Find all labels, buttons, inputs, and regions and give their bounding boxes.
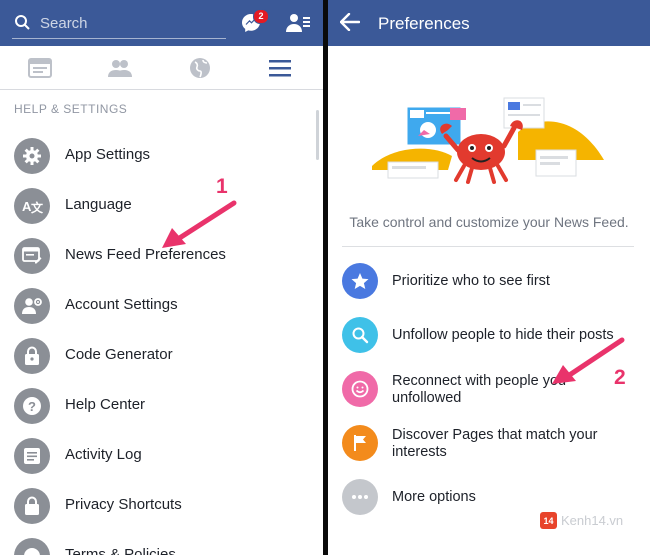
smile-icon xyxy=(342,371,378,407)
annotation-number-2: 2 xyxy=(614,366,626,389)
search-input[interactable] xyxy=(38,11,222,35)
menu-item-activity-log[interactable]: Activity Log xyxy=(0,431,323,481)
info-icon xyxy=(14,538,50,555)
user-gear-icon xyxy=(14,288,50,324)
option-label: Prioritize who to see first xyxy=(392,273,550,289)
tab-friends[interactable] xyxy=(80,46,160,89)
menu-label: Code Generator xyxy=(65,346,173,363)
star-icon xyxy=(342,263,378,299)
globe-icon xyxy=(190,57,210,78)
news-feed-tab-icon xyxy=(28,57,52,78)
list-icon xyxy=(14,438,50,474)
watermark: 14 Kenh14.vn xyxy=(540,512,623,529)
page-title: Preferences xyxy=(378,14,470,33)
top-bar: 2 xyxy=(0,0,323,46)
menu-label: Terms & Policies xyxy=(65,546,176,555)
option-prioritize[interactable]: Prioritize who to see first xyxy=(328,263,650,301)
tab-notifications[interactable] xyxy=(160,46,240,89)
menu-label: Privacy Shortcuts xyxy=(65,496,182,513)
tab-menu[interactable] xyxy=(240,46,320,89)
gear-icon xyxy=(14,138,50,174)
back-arrow-icon[interactable] xyxy=(340,13,360,31)
menu-label: Language xyxy=(65,196,132,213)
divider xyxy=(342,246,634,247)
translate-icon: A文 xyxy=(14,188,50,224)
tab-bar xyxy=(0,46,323,90)
menu-item-app-settings[interactable]: App Settings xyxy=(0,131,323,181)
option-label: Discover Pages that match your interests xyxy=(392,427,598,460)
friends-tab-icon xyxy=(108,59,132,77)
svg-text:?: ? xyxy=(28,399,36,414)
left-screen: 2 HELP & SETTINGS App Settings A文 Langua… xyxy=(0,0,323,555)
preferences-header: Preferences xyxy=(328,0,650,46)
crab-illustration xyxy=(372,97,604,184)
menu-label: App Settings xyxy=(65,146,151,163)
preferences-description: Take control and customize your News Fee… xyxy=(349,214,629,230)
menu-label: Activity Log xyxy=(65,446,142,463)
hamburger-menu-icon xyxy=(269,59,291,76)
menu-label: Account Settings xyxy=(65,296,178,313)
tab-news-feed[interactable] xyxy=(0,46,80,89)
help-icon: ? xyxy=(14,388,50,424)
menu-item-help-center[interactable]: ? Help Center xyxy=(0,381,323,431)
flag-icon xyxy=(342,425,378,461)
menu-item-code-generator[interactable]: Code Generator xyxy=(0,331,323,381)
menu-item-account-settings[interactable]: Account Settings xyxy=(0,281,323,331)
news-feed-icon xyxy=(14,238,50,274)
messenger-badge: 2 xyxy=(253,9,269,24)
lock-icon xyxy=(14,488,50,524)
menu-item-privacy-shortcuts[interactable]: Privacy Shortcuts xyxy=(0,481,323,531)
search-icon xyxy=(15,15,30,30)
annotation-arrow-1 xyxy=(162,200,237,248)
svg-text:文: 文 xyxy=(31,200,43,215)
menu-label: Help Center xyxy=(65,396,146,413)
watermark-text: Kenh14.vn xyxy=(561,513,624,528)
watermark-badge: 14 xyxy=(540,512,557,529)
right-screen: Preferences Take control and customize y… xyxy=(328,0,650,555)
lock-icon xyxy=(14,338,50,374)
option-discover-pages[interactable]: Discover Pages that match your interests xyxy=(328,425,650,463)
annotation-number-1: 1 xyxy=(216,175,228,198)
friend-requests-icon[interactable] xyxy=(286,12,310,34)
more-icon xyxy=(342,479,378,515)
search-box[interactable] xyxy=(12,8,226,39)
scroll-edge xyxy=(316,110,319,160)
option-label: More options xyxy=(392,489,476,505)
menu-item-terms-policies[interactable]: Terms & Policies xyxy=(0,531,323,555)
search-icon xyxy=(342,317,378,353)
section-title: HELP & SETTINGS xyxy=(14,102,128,116)
